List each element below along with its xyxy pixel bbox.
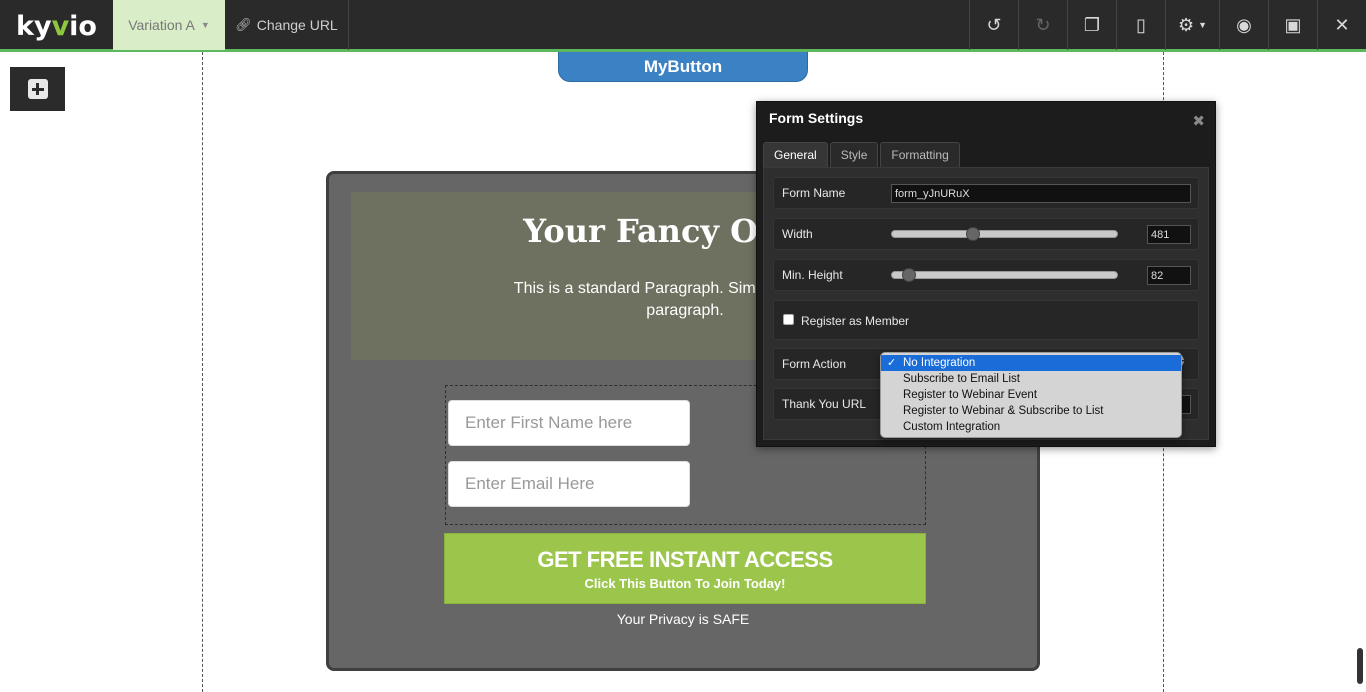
canvas-guide-left: [202, 52, 203, 692]
option-label: Custom Integration: [903, 421, 1001, 433]
form-name-input[interactable]: form_yJnURuX: [891, 184, 1191, 203]
dialog-close-icon[interactable]: ✖: [1192, 112, 1205, 130]
tab-general[interactable]: General: [763, 142, 828, 167]
form-action-label: Form Action: [782, 357, 847, 371]
top-toolbar: ky v io Variation A ▼ 🔗︎ Change URL ↺ ↻ ❐ …: [0, 0, 1366, 52]
preview-button[interactable]: ◉: [1219, 0, 1268, 50]
page-scrollbar[interactable]: [1357, 648, 1363, 684]
cta-main-text: GET FREE INSTANT ACCESS: [537, 546, 833, 572]
cta-sub-text: Click This Button To Join Today!: [584, 575, 786, 591]
min-height-label: Min. Height: [782, 268, 843, 282]
form-action-dropdown[interactable]: ✓ No Integration Subscribe to Email List …: [880, 352, 1182, 438]
option-label: Register to Webinar & Subscribe to List: [903, 405, 1104, 417]
min-height-input[interactable]: 82: [1147, 266, 1191, 285]
tab-formatting[interactable]: Formatting: [880, 142, 960, 167]
my-button[interactable]: MyButton: [558, 52, 808, 82]
tab-style[interactable]: Style: [829, 142, 879, 167]
undo-icon: ↺: [986, 14, 1002, 35]
width-row: Width 481: [773, 218, 1199, 250]
dropdown-option[interactable]: Subscribe to Email List: [881, 371, 1181, 387]
register-member-row: Register as Member: [773, 300, 1199, 340]
logo-accent: v: [51, 10, 70, 42]
save-icon: ▣: [1284, 14, 1302, 35]
settings-button[interactable]: ⚙ ▼: [1165, 0, 1219, 50]
undo-button[interactable]: ↺: [969, 0, 1018, 50]
plus-icon: [27, 79, 48, 99]
redo-button[interactable]: ↻: [1018, 0, 1067, 50]
variation-label: Variation A: [128, 17, 195, 33]
variation-dropdown[interactable]: Variation A ▼: [113, 0, 225, 50]
dropdown-option[interactable]: ✓ No Integration: [881, 355, 1181, 371]
form-name-label: Form Name: [782, 186, 846, 200]
close-editor-button[interactable]: ✕: [1317, 0, 1366, 50]
thank-you-label: Thank You URL: [782, 397, 867, 411]
dropdown-option[interactable]: Register to Webinar Event: [881, 387, 1181, 403]
register-member-label: Register as Member: [801, 314, 910, 328]
logo-prefix: ky: [16, 10, 52, 42]
checkmark-icon: ✓: [887, 357, 897, 369]
caret-down-icon: ▼: [200, 20, 210, 30]
dialog-title: Form Settings: [769, 110, 864, 126]
register-member-checkbox[interactable]: [783, 314, 794, 325]
privacy-text[interactable]: Your Privacy is SAFE: [329, 611, 1037, 627]
dialog-tabs: General Style Formatting: [763, 142, 960, 167]
kyvio-logo: ky v io: [0, 0, 113, 52]
dropdown-option[interactable]: Register to Webinar & Subscribe to List: [881, 403, 1181, 419]
logo-suffix: io: [69, 10, 97, 42]
close-icon: ✕: [1334, 14, 1350, 35]
email-field[interactable]: Enter Email Here: [448, 461, 690, 507]
redo-icon: ↻: [1035, 14, 1051, 35]
add-element-button[interactable]: [10, 67, 65, 111]
copy-icon: ❐: [1083, 14, 1101, 35]
get-access-button[interactable]: GET FREE INSTANT ACCESS Click This Butto…: [444, 533, 926, 604]
toolbar-actions: ↺ ↻ ❐ ▯ ⚙ ▼ ◉ ▣ ✕: [969, 0, 1366, 50]
change-url-button[interactable]: 🔗︎ Change URL: [225, 0, 349, 50]
eye-icon: ◉: [1236, 14, 1252, 35]
option-label: Subscribe to Email List: [903, 373, 1020, 385]
first-name-field[interactable]: Enter First Name here: [448, 400, 690, 446]
mobile-icon: ▯: [1136, 14, 1146, 35]
min-height-slider-handle[interactable]: [901, 268, 916, 282]
save-button[interactable]: ▣: [1268, 0, 1317, 50]
width-slider-handle[interactable]: [965, 227, 980, 241]
width-label: Width: [782, 227, 813, 241]
width-slider[interactable]: [891, 230, 1118, 238]
option-label: No Integration: [903, 357, 976, 369]
min-height-row: Min. Height 82: [773, 259, 1199, 291]
gear-icon: ⚙: [1177, 14, 1195, 35]
mobile-view-button[interactable]: ▯: [1116, 0, 1165, 50]
link-icon: 🔗︎: [235, 17, 252, 32]
option-label: Register to Webinar Event: [903, 389, 1038, 401]
change-url-label: Change URL: [256, 17, 338, 33]
dropdown-option[interactable]: Custom Integration: [881, 419, 1181, 435]
width-input[interactable]: 481: [1147, 225, 1191, 244]
copy-button[interactable]: ❐: [1067, 0, 1116, 50]
form-name-row: Form Name form_yJnURuX: [773, 177, 1199, 209]
caret-down-icon: ▼: [1198, 20, 1208, 30]
min-height-slider[interactable]: [891, 271, 1118, 279]
